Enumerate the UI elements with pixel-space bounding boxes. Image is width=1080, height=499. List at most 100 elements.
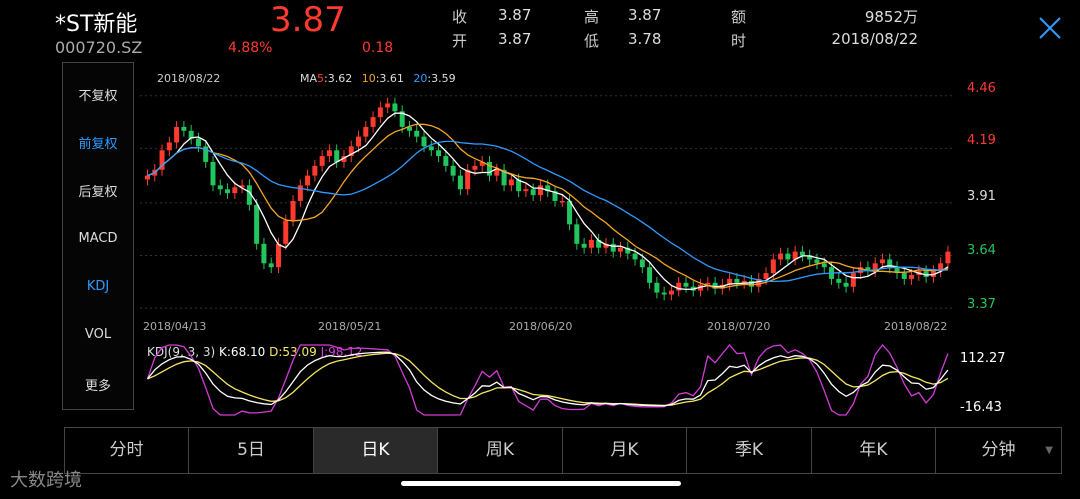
candle-body	[450, 165, 456, 176]
side-item-more[interactable]: 更多	[63, 375, 133, 394]
candle-body	[377, 107, 383, 118]
tab-minute[interactable]: 分钟 ▼	[936, 428, 1061, 473]
time-label: 时	[731, 32, 747, 50]
close-icon[interactable]	[1036, 14, 1064, 42]
candle-body	[283, 220, 289, 244]
candle-body	[261, 243, 267, 264]
candle-body	[385, 103, 391, 108]
candle-body	[436, 150, 442, 157]
candle-body	[559, 200, 565, 203]
candle-body	[472, 165, 478, 170]
x-date-3: 2018/06/20	[509, 320, 573, 333]
candle-body	[799, 251, 805, 256]
chevron-down-icon: ▼	[1045, 445, 1053, 456]
tab-monthly-k[interactable]: 月K	[563, 428, 687, 473]
amount-value: 9852万	[864, 8, 918, 26]
candle-body	[421, 136, 427, 147]
candle-body	[326, 150, 332, 157]
candle-body	[508, 179, 514, 186]
close-value: 3.87	[498, 6, 532, 24]
tab-minute-label: 分钟	[981, 440, 1016, 460]
side-item-kdj[interactable]: KDJ	[63, 279, 133, 294]
candle-body	[537, 185, 543, 196]
candle-body	[217, 185, 223, 190]
change-amount: 0.18	[362, 40, 394, 56]
tab-5day[interactable]: 5日	[189, 428, 314, 473]
candle-body	[574, 224, 580, 244]
watermark: 大数跨境	[10, 470, 82, 491]
x-date-4: 2018/07/20	[707, 320, 771, 333]
kdj-k-line	[146, 351, 949, 407]
ma10-line	[147, 123, 948, 289]
candlestick-chart[interactable]	[140, 84, 955, 314]
tab-intraday[interactable]: 分时	[65, 428, 189, 473]
x-date-1: 2018/04/13	[143, 320, 207, 333]
candle-body	[254, 204, 260, 244]
candle-body	[588, 239, 594, 248]
open-value: 3.87	[498, 30, 532, 48]
indicator-side-panel: 不复权 前复权 后复权 MACD KDJ VOL 更多	[62, 62, 134, 410]
candle-body	[195, 138, 201, 147]
candle-body	[232, 187, 238, 194]
side-item-vol[interactable]: VOL	[63, 327, 133, 342]
kdj-chart[interactable]	[140, 340, 955, 420]
current-price: 3.87	[270, 0, 346, 40]
tab-yearly-k[interactable]: 年K	[812, 428, 936, 473]
candle-body	[166, 142, 172, 151]
candle-body	[465, 169, 471, 190]
candle-body	[778, 253, 784, 260]
low-label: 低	[584, 32, 600, 50]
stock-code: 000720.SZ	[55, 38, 143, 57]
candle-body	[821, 263, 827, 268]
candle-body	[843, 282, 849, 287]
side-item-macd[interactable]: MACD	[63, 231, 133, 246]
candle-body	[763, 273, 769, 279]
y-tick-3-37: 3.37	[967, 297, 996, 312]
candle-body	[734, 278, 740, 283]
low-value: 3.78	[628, 30, 662, 48]
change-percent: 4.88%	[228, 40, 273, 56]
candle-body	[683, 282, 689, 287]
candle-body	[428, 146, 434, 151]
candle-body	[268, 263, 274, 268]
candle-body	[581, 243, 587, 248]
tab-quarterly-k[interactable]: 季K	[687, 428, 812, 473]
candle-body	[305, 175, 311, 186]
candle-body	[945, 251, 951, 264]
candle-body	[901, 273, 907, 279]
candle-body	[494, 169, 500, 176]
y-tick-4-19: 4.19	[967, 133, 996, 148]
amount-label: 额	[731, 8, 747, 26]
candle-body	[487, 161, 493, 176]
side-item-backward-adjust[interactable]: 后复权	[63, 181, 133, 200]
candle-body	[334, 150, 340, 162]
high-label: 高	[584, 8, 600, 26]
candle-body	[145, 175, 150, 180]
candle-body	[523, 189, 529, 192]
candle-body	[530, 189, 536, 196]
candle-body	[850, 273, 856, 287]
candle-body	[225, 189, 231, 194]
home-indicator[interactable]	[401, 481, 681, 486]
candle-body	[909, 275, 915, 279]
candle-body	[363, 126, 369, 137]
candle-body	[181, 126, 187, 131]
side-item-no-adjust[interactable]: 不复权	[63, 85, 133, 104]
time-value: 2018/08/22	[831, 30, 918, 48]
candle-body	[414, 130, 420, 137]
candle-body	[392, 103, 398, 112]
candle-body	[290, 200, 296, 221]
candle-body	[785, 253, 791, 260]
candle-body	[370, 117, 376, 127]
high-value: 3.87	[628, 6, 662, 24]
candle-body	[632, 253, 638, 260]
side-item-forward-adjust[interactable]: 前复权	[63, 133, 133, 152]
stock-name: *ST新能	[55, 12, 138, 37]
tab-daily-k[interactable]: 日K	[314, 428, 438, 473]
tab-weekly-k[interactable]: 周K	[438, 428, 563, 473]
candle-body	[814, 259, 820, 264]
candle-body	[647, 267, 653, 283]
candle-body	[836, 278, 842, 283]
open-label: 开	[452, 32, 468, 50]
y-tick-3-91: 3.91	[967, 189, 996, 204]
